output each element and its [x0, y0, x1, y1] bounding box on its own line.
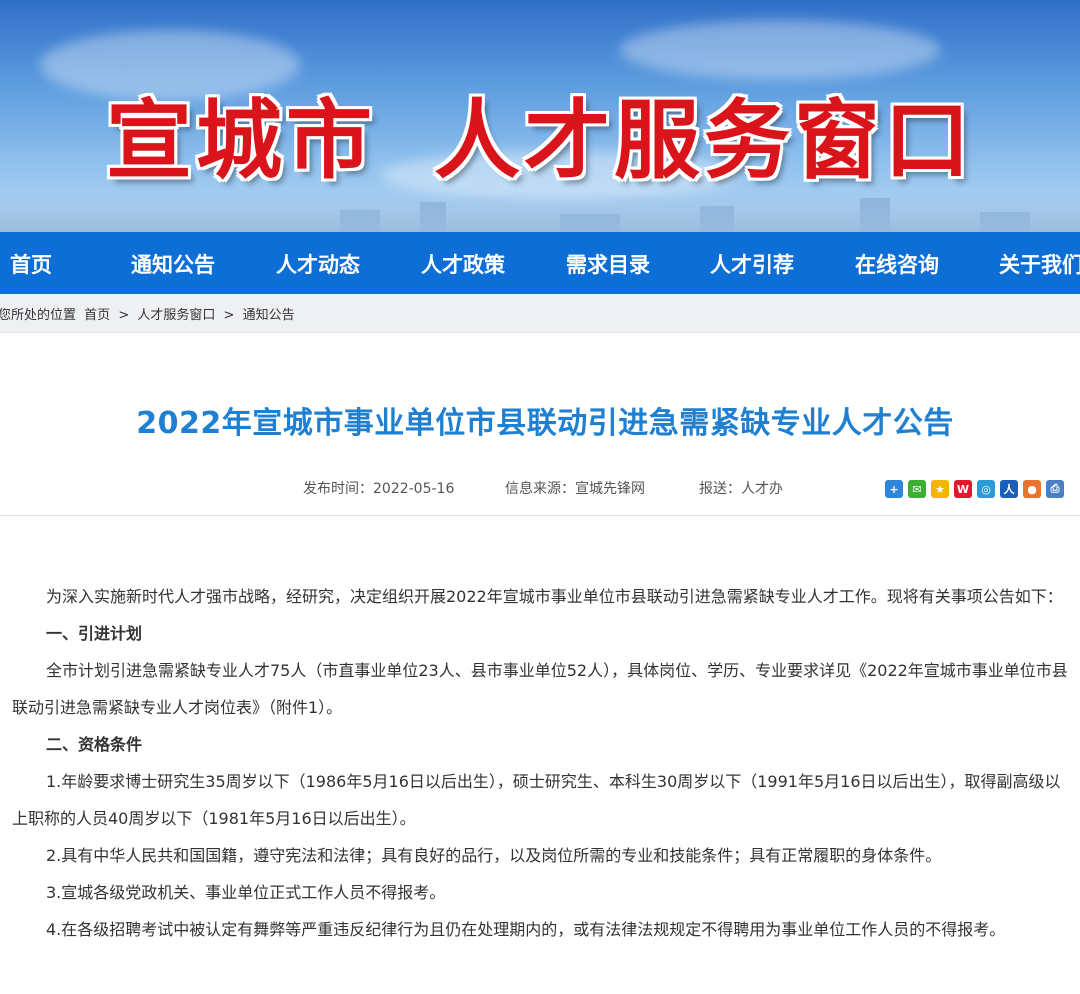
print-icon[interactable]: ⎙	[1046, 480, 1064, 498]
nav-online-consult[interactable]: 在线咨询	[855, 249, 939, 279]
qualification-item-4: 4.在各级招聘考试中被认定有舞弊等严重违反纪律行为且仍在处理期内的，或有法律法规…	[46, 920, 1006, 939]
site-title-city: 宣城市	[106, 90, 376, 191]
qualification-item-3: 3.宣城各级党政机关、事业单位正式工作人员不得报考。	[46, 883, 446, 902]
qzone-icon[interactable]: ★	[931, 480, 949, 498]
tencent-weibo-icon[interactable]: ◎	[977, 480, 995, 498]
breadcrumb-talent-window[interactable]: 人才服务窗口	[137, 308, 215, 323]
report-by: 报送：人才办	[699, 481, 783, 497]
main-nav: 首页 通知公告 人才动态 人才政策 需求目录 人才引荐 在线咨询 关于我们	[0, 232, 1080, 294]
site-title: 宣城市 人才服务窗口	[0, 70, 1080, 195]
nav-demand-catalog[interactable]: 需求目录	[566, 249, 650, 279]
site-title-service: 人才服务窗口	[434, 90, 974, 191]
nav-talent-policy[interactable]: 人才政策	[421, 249, 505, 279]
wechat-icon[interactable]: ✉	[908, 480, 926, 498]
publish-time: 发布时间：2022-05-16	[303, 481, 455, 497]
divider	[0, 515, 1080, 516]
qualification-item-2: 2.具有中华人民共和国国籍，遵守宪法和法律；具有良好的品行，以及岗位所需的专业和…	[46, 846, 942, 865]
breadcrumb-separator: >	[118, 308, 130, 323]
nav-talent-news[interactable]: 人才动态	[276, 249, 360, 279]
article-title: 2022年宣城市事业单位市县联动引进急需紧缺专业人才公告	[136, 406, 954, 441]
weibo-icon[interactable]: W	[954, 480, 972, 498]
info-source: 信息来源：宣城先锋网	[505, 481, 645, 497]
qualification-item-1: 1.年龄要求博士研究生35周岁以下（1986年5月16日以后出生），硕士研究生、…	[12, 772, 1061, 828]
nav-home[interactable]: 首页	[10, 249, 52, 279]
section-heading-qualifications: 二、资格条件	[46, 735, 143, 754]
breadcrumb-prefix: 您所处的位置	[0, 308, 77, 323]
nav-about-us[interactable]: 关于我们	[999, 249, 1080, 279]
kaixin-icon[interactable]: ●	[1023, 480, 1041, 498]
plan-paragraph: 全市计划引进急需紧缺专业人才75人（市直事业单位23人、县市事业单位52人），具…	[12, 661, 1068, 717]
breadcrumb: 您所处的位置 首页 > 人才服务窗口 > 通知公告	[0, 294, 1080, 333]
header-banner: 宣城市 人才服务窗口	[0, 0, 1080, 232]
nav-talent-referral[interactable]: 人才引荐	[710, 249, 794, 279]
nav-notices[interactable]: 通知公告	[131, 249, 215, 279]
intro-paragraph: 为深入实施新时代人才强市战略，经研究，决定组织开展2022年宣城市事业单位市县联…	[46, 587, 1063, 606]
breadcrumb-notices[interactable]: 通知公告	[243, 308, 295, 323]
breadcrumb-separator: >	[223, 308, 235, 323]
breadcrumb-home[interactable]: 首页	[84, 308, 110, 323]
section-heading-plan: 一、引进计划	[46, 624, 143, 643]
plus-share-icon[interactable]: +	[885, 480, 903, 498]
article-body: 为深入实施新时代人才强市战略，经研究，决定组织开展2022年宣城市事业单位市县联…	[12, 578, 1072, 948]
renren-icon[interactable]: 人	[1000, 480, 1018, 498]
share-bar: + ✉ ★ W ◎ 人 ● ⎙	[885, 480, 1064, 498]
